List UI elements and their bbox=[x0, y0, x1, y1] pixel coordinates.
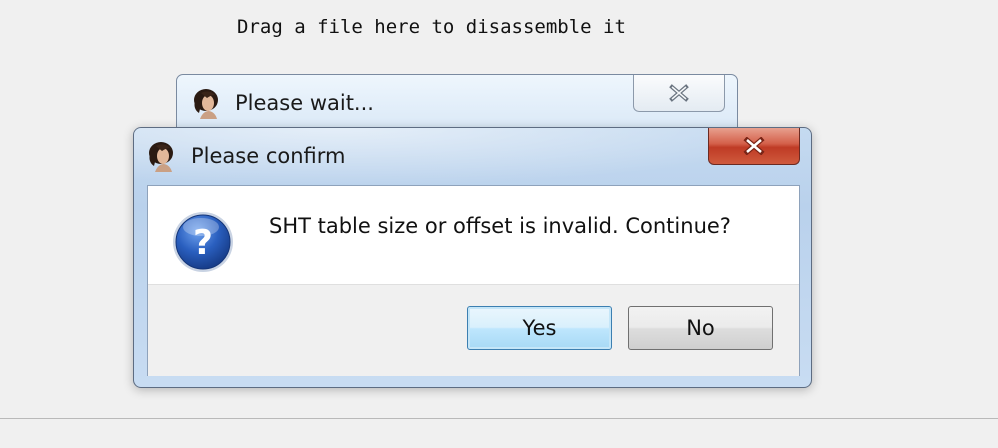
portrait-icon bbox=[149, 142, 173, 172]
please-wait-title: Please wait... bbox=[235, 91, 374, 115]
yes-button[interactable]: Yes bbox=[467, 306, 612, 350]
dialog-message: SHT table size or offset is invalid. Con… bbox=[269, 214, 731, 238]
question-icon: ? bbox=[173, 212, 233, 272]
no-button[interactable]: No bbox=[628, 306, 773, 350]
dialog-title: Please confirm bbox=[191, 144, 346, 168]
wait-close-button[interactable] bbox=[633, 75, 725, 112]
close-icon bbox=[743, 136, 765, 155]
status-divider bbox=[0, 418, 998, 419]
portrait-icon bbox=[194, 89, 218, 119]
close-icon bbox=[669, 83, 689, 102]
dialog-close-button[interactable] bbox=[708, 128, 800, 165]
dialog-content: ? SHT table size or offset is invalid. C… bbox=[147, 185, 800, 376]
dialog-button-bar: Yes No bbox=[148, 284, 799, 376]
svg-text:?: ? bbox=[193, 223, 213, 263]
confirm-dialog: Please confirm ? SHT table size or offse… bbox=[133, 127, 812, 388]
drop-hint-text: Drag a file here to disassemble it bbox=[237, 16, 626, 38]
